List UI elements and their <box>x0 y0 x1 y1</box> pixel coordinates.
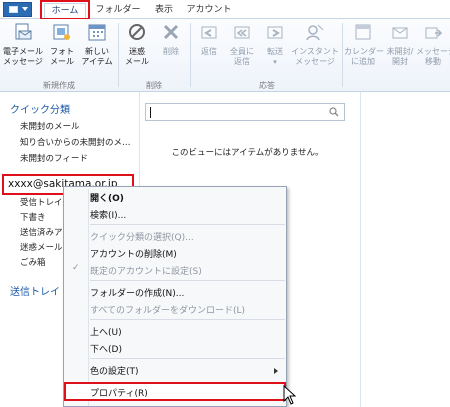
menu-item-create-folder[interactable]: フォルダーの作成(N)... <box>90 286 184 299</box>
nav-item-outbox[interactable]: 送信トレイ <box>10 283 60 298</box>
group-respond-label: 応答 <box>259 81 275 90</box>
unread-read-button[interactable]: 未開封/ 開封 <box>384 22 416 67</box>
quick-views-heading[interactable]: クイック分類 <box>10 101 70 116</box>
ribbon-separator <box>342 23 343 87</box>
menu-item-delete-account[interactable]: アカウントの削除(M) <box>90 247 177 260</box>
chevron-down-icon <box>22 7 28 11</box>
new-items-button[interactable]: 新しい アイテム <box>80 22 114 67</box>
new-photo-mail-label: フォト メール <box>50 47 74 66</box>
menu-item-move-up[interactable]: 上へ(U) <box>90 325 122 338</box>
ribbon-separator <box>190 23 191 87</box>
forward-icon <box>267 26 283 39</box>
calendar-icon <box>355 24 371 40</box>
menu-separator <box>90 280 285 281</box>
delete-x-icon <box>163 24 179 40</box>
reply-button[interactable]: 返信 <box>194 22 224 57</box>
tab-account[interactable]: アカウント <box>186 3 232 19</box>
reading-pane-divider <box>360 92 361 407</box>
checkmark-icon: ✓ <box>72 263 80 273</box>
junk-mail-label: 迷惑 メール <box>125 47 149 66</box>
menu-item-open[interactable]: 開く(O) <box>90 191 124 204</box>
instant-message-label: インスタント メッセージ <box>291 47 339 66</box>
tab-view[interactable]: 表示 <box>152 3 176 19</box>
delete-button[interactable]: 削除 <box>158 22 184 57</box>
move-message-icon <box>425 27 443 39</box>
menu-gutter <box>88 189 89 406</box>
tab-folder[interactable]: フォルダー <box>94 3 142 19</box>
reply-icon <box>201 26 217 39</box>
nav-item-unread-feeds[interactable]: 未開封のフィード <box>20 152 88 164</box>
move-message-label: メッセージ 移動 <box>416 47 450 66</box>
ribbon: 電子メール メッセージ フォト メール 新しい アイテム 新規作成 迷惑 メール… <box>0 19 450 92</box>
add-to-calendar-button[interactable]: カレンダー に追加 <box>344 22 384 67</box>
nav-item-unread-contacts[interactable]: 知り合いからの未開封のメ… <box>20 136 131 148</box>
move-message-button[interactable]: メッセージ 移動 <box>416 22 450 67</box>
menu-separator <box>90 224 285 225</box>
submenu-arrow-icon <box>274 368 278 374</box>
nav-item-drafts[interactable]: 下書き <box>20 211 46 223</box>
ribbon-separator <box>118 23 119 87</box>
menu-item-find[interactable]: 検索(I)... <box>90 208 126 221</box>
unread-read-label: 未開封/ 開封 <box>386 47 414 66</box>
nav-item-unread-mail[interactable]: 未開封のメール <box>20 120 80 132</box>
instant-message-button[interactable]: インスタント メッセージ <box>290 22 340 67</box>
nav-item-trash[interactable]: ごみ箱 <box>20 256 46 268</box>
forward-button[interactable]: 転送 ▾ <box>260 22 290 67</box>
new-email-button[interactable]: 電子メール メッセージ <box>3 22 43 67</box>
file-menu-button[interactable] <box>3 2 32 17</box>
new-email-label: 電子メール メッセージ <box>3 47 43 66</box>
menu-separator <box>90 319 285 320</box>
menu-item-quick-views[interactable]: クイック分類の選択(Q)... <box>90 230 194 243</box>
nav-item-junk[interactable]: 迷惑メール <box>20 241 63 253</box>
reply-label: 返信 <box>201 47 217 56</box>
add-to-calendar-label: カレンダー に追加 <box>344 47 384 66</box>
calendar-grid-icon <box>88 24 106 41</box>
tab-home[interactable]: ホーム <box>44 3 86 19</box>
group-new-label: 新規作成 <box>43 81 75 90</box>
mail-icon <box>9 6 18 13</box>
search-input[interactable] <box>145 103 345 121</box>
block-icon <box>129 24 145 40</box>
delete-label: 削除 <box>163 47 179 56</box>
context-menu: 開く(O) 検索(I)... クイック分類の選択(Q)... アカウントの削除(… <box>63 186 287 407</box>
menu-separator <box>90 358 285 359</box>
search-icon[interactable] <box>329 107 339 117</box>
junk-mail-button[interactable]: 迷惑 メール <box>122 22 152 67</box>
text-caret <box>150 107 151 118</box>
new-photo-mail-button[interactable]: フォト メール <box>48 22 76 67</box>
empty-list-message: このビューにはアイテムがありません。 <box>171 148 324 158</box>
nav-item-sent[interactable]: 送信済みア <box>20 226 63 238</box>
menu-item-properties[interactable]: プロパティ(R) <box>90 386 148 399</box>
reply-all-button[interactable]: 全員に 返信 <box>226 22 258 67</box>
reply-all-icon <box>234 26 250 39</box>
chevron-down-icon: ▾ <box>273 58 277 66</box>
new-mail-icon <box>15 23 32 40</box>
mouse-cursor-icon <box>283 385 297 405</box>
reply-all-label: 全員に 返信 <box>230 47 254 66</box>
photo-mail-icon <box>53 24 70 40</box>
ribbon-tab-bar: ホーム フォルダー 表示 アカウント <box>0 0 450 19</box>
group-delete-label: 削除 <box>146 81 162 90</box>
menu-item-set-color[interactable]: 色の設定(T) <box>90 364 139 377</box>
menu-item-move-down[interactable]: 下へ(D) <box>90 342 122 355</box>
nav-item-inbox[interactable]: 受信トレイ <box>20 196 63 208</box>
menu-item-download-all[interactable]: すべてのフォルダーをダウンロード(L) <box>90 303 245 316</box>
forward-label: 転送 <box>267 47 283 56</box>
menu-item-set-default[interactable]: 既定のアカウントに設定(S) <box>90 264 202 277</box>
new-items-label: 新しい アイテム <box>81 47 113 66</box>
instant-message-icon <box>306 24 324 41</box>
envelope-icon <box>392 27 408 39</box>
